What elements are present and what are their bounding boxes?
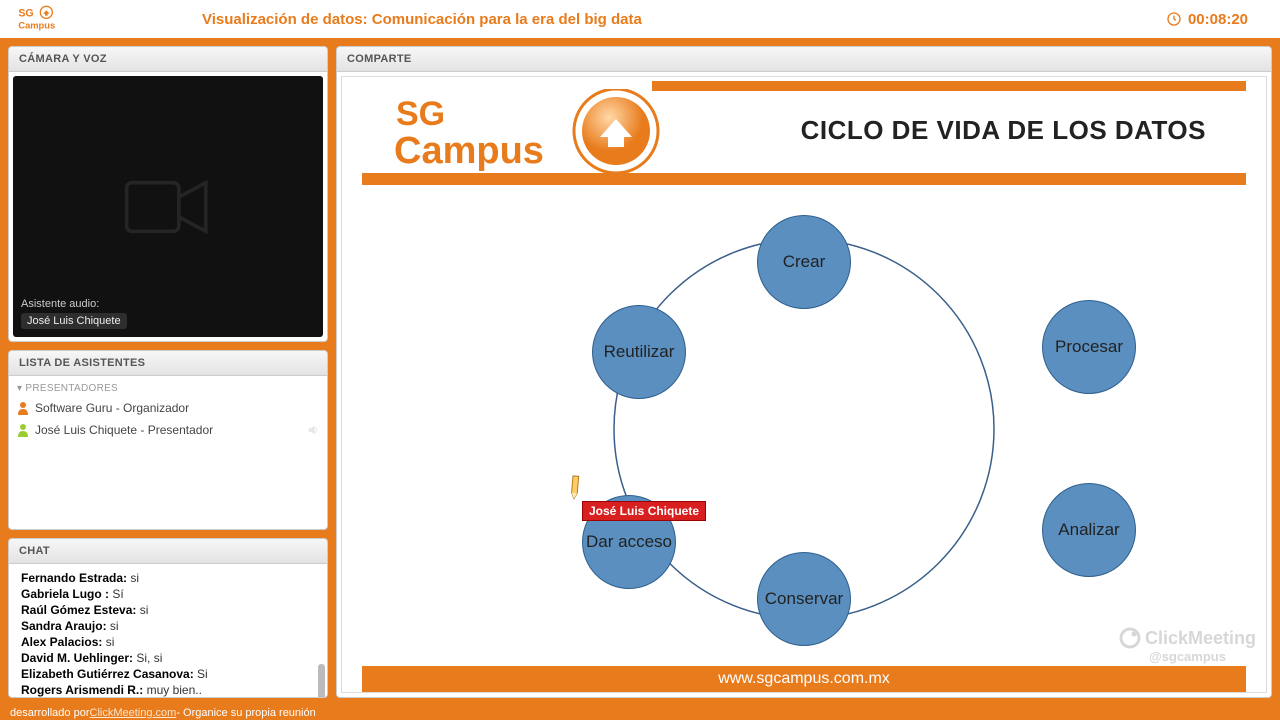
clickmeeting-icon	[1119, 627, 1141, 649]
sg-campus-slide-logo: SG Campus	[392, 89, 672, 180]
share-panel-title: COMPARTE	[337, 47, 1271, 72]
svg-text:Campus: Campus	[18, 20, 55, 30]
data-lifecycle-diagram: Crear Procesar Analizar Conservar Dar ac…	[342, 205, 1266, 652]
cycle-node-procesar: Procesar	[1042, 300, 1136, 394]
footer-prefix: desarrollado por	[10, 707, 90, 719]
camera-panel-title: CÁMARA Y VOZ	[9, 47, 327, 72]
chat-message: Rogers Arismendi R.: muy bien..	[21, 682, 317, 697]
attendees-panel-title: LISTA DE ASISTENTES	[9, 351, 327, 376]
chat-message: Raúl Gómez Esteva: si	[21, 602, 317, 618]
top-bar: SG Campus Visualización de datos: Comuni…	[0, 0, 1280, 38]
attendee-name: José Luis Chiquete - Presentador	[35, 423, 213, 437]
clickmeeting-watermark: ClickMeeting @sgcampus	[1119, 627, 1256, 664]
slide-footer-url: www.sgcampus.com.mx	[362, 666, 1246, 692]
cycle-node-conservar: Conservar	[757, 552, 851, 646]
chat-message: Gabriela Lugo : Sí	[21, 586, 317, 602]
scrollbar-thumb[interactable]	[318, 664, 325, 697]
person-icon	[17, 401, 29, 415]
footer-bar: desarrollado por ClickMeeting.com - Orga…	[0, 706, 1280, 720]
chat-panel: CHAT Fernando Estrada: si Gabriela Lugo …	[8, 538, 328, 698]
chat-message: Elizabeth Gutiérrez Casanova: Si	[21, 666, 317, 682]
attendee-row[interactable]: José Luis Chiquete - Presentador	[15, 419, 321, 441]
chat-message: Fernando Estrada: si	[21, 570, 317, 586]
sg-campus-logo: SG Campus	[12, 3, 102, 35]
person-icon	[17, 423, 29, 437]
video-camera-icon	[123, 172, 213, 242]
decorative-band	[362, 173, 1246, 185]
share-panel: COMPARTE SG Campus	[336, 46, 1272, 698]
clock-icon	[1166, 11, 1182, 27]
cycle-node-crear: Crear	[757, 215, 851, 309]
attendees-panel: LISTA DE ASISTENTES ▾ PRESENTADORES Soft…	[8, 350, 328, 530]
session-timer: 00:08:20	[1166, 11, 1268, 28]
speaker-icon	[307, 423, 319, 437]
audio-speaker-name: José Luis Chiquete	[21, 313, 127, 329]
attendee-row[interactable]: Software Guru - Organizador	[15, 397, 321, 419]
audio-assistant-label: Asistente audio:	[21, 298, 127, 310]
cycle-node-reutilizar: Reutilizar	[592, 305, 686, 399]
slide-area[interactable]: SG Campus CICLO DE VIDA DE LOS DATOS	[337, 72, 1271, 697]
camera-panel: CÁMARA Y VOZ Asistente audio: José Luis …	[8, 46, 328, 342]
chat-message: Sandra Araujo: si	[21, 618, 317, 634]
chat-message: Alex Palacios: si	[21, 634, 317, 650]
clickmeeting-link[interactable]: ClickMeeting.com	[90, 707, 177, 719]
cycle-node-analizar: Analizar	[1042, 483, 1136, 577]
svg-text:SG: SG	[396, 95, 445, 133]
svg-text:SG: SG	[18, 7, 33, 19]
slide-title: CICLO DE VIDA DE LOS DATOS	[801, 115, 1206, 146]
camera-video-area[interactable]: Asistente audio: José Luis Chiquete	[13, 76, 323, 337]
attendee-name: Software Guru - Organizador	[35, 401, 189, 415]
chat-message: David M. Uehlinger: Si, si	[21, 650, 317, 666]
presenter-cursor-label: José Luis Chiquete	[582, 501, 706, 521]
chat-panel-title: CHAT	[9, 539, 327, 564]
timer-value: 00:08:20	[1188, 11, 1248, 28]
presenters-group-label: ▾ PRESENTADORES	[15, 380, 321, 397]
svg-text:Campus: Campus	[394, 130, 544, 172]
footer-suffix: - Organice su propia reunión	[176, 707, 315, 719]
session-title: Visualización de datos: Comunicación par…	[102, 11, 1166, 28]
chat-message-list[interactable]: Fernando Estrada: si Gabriela Lugo : Sí …	[9, 564, 327, 697]
